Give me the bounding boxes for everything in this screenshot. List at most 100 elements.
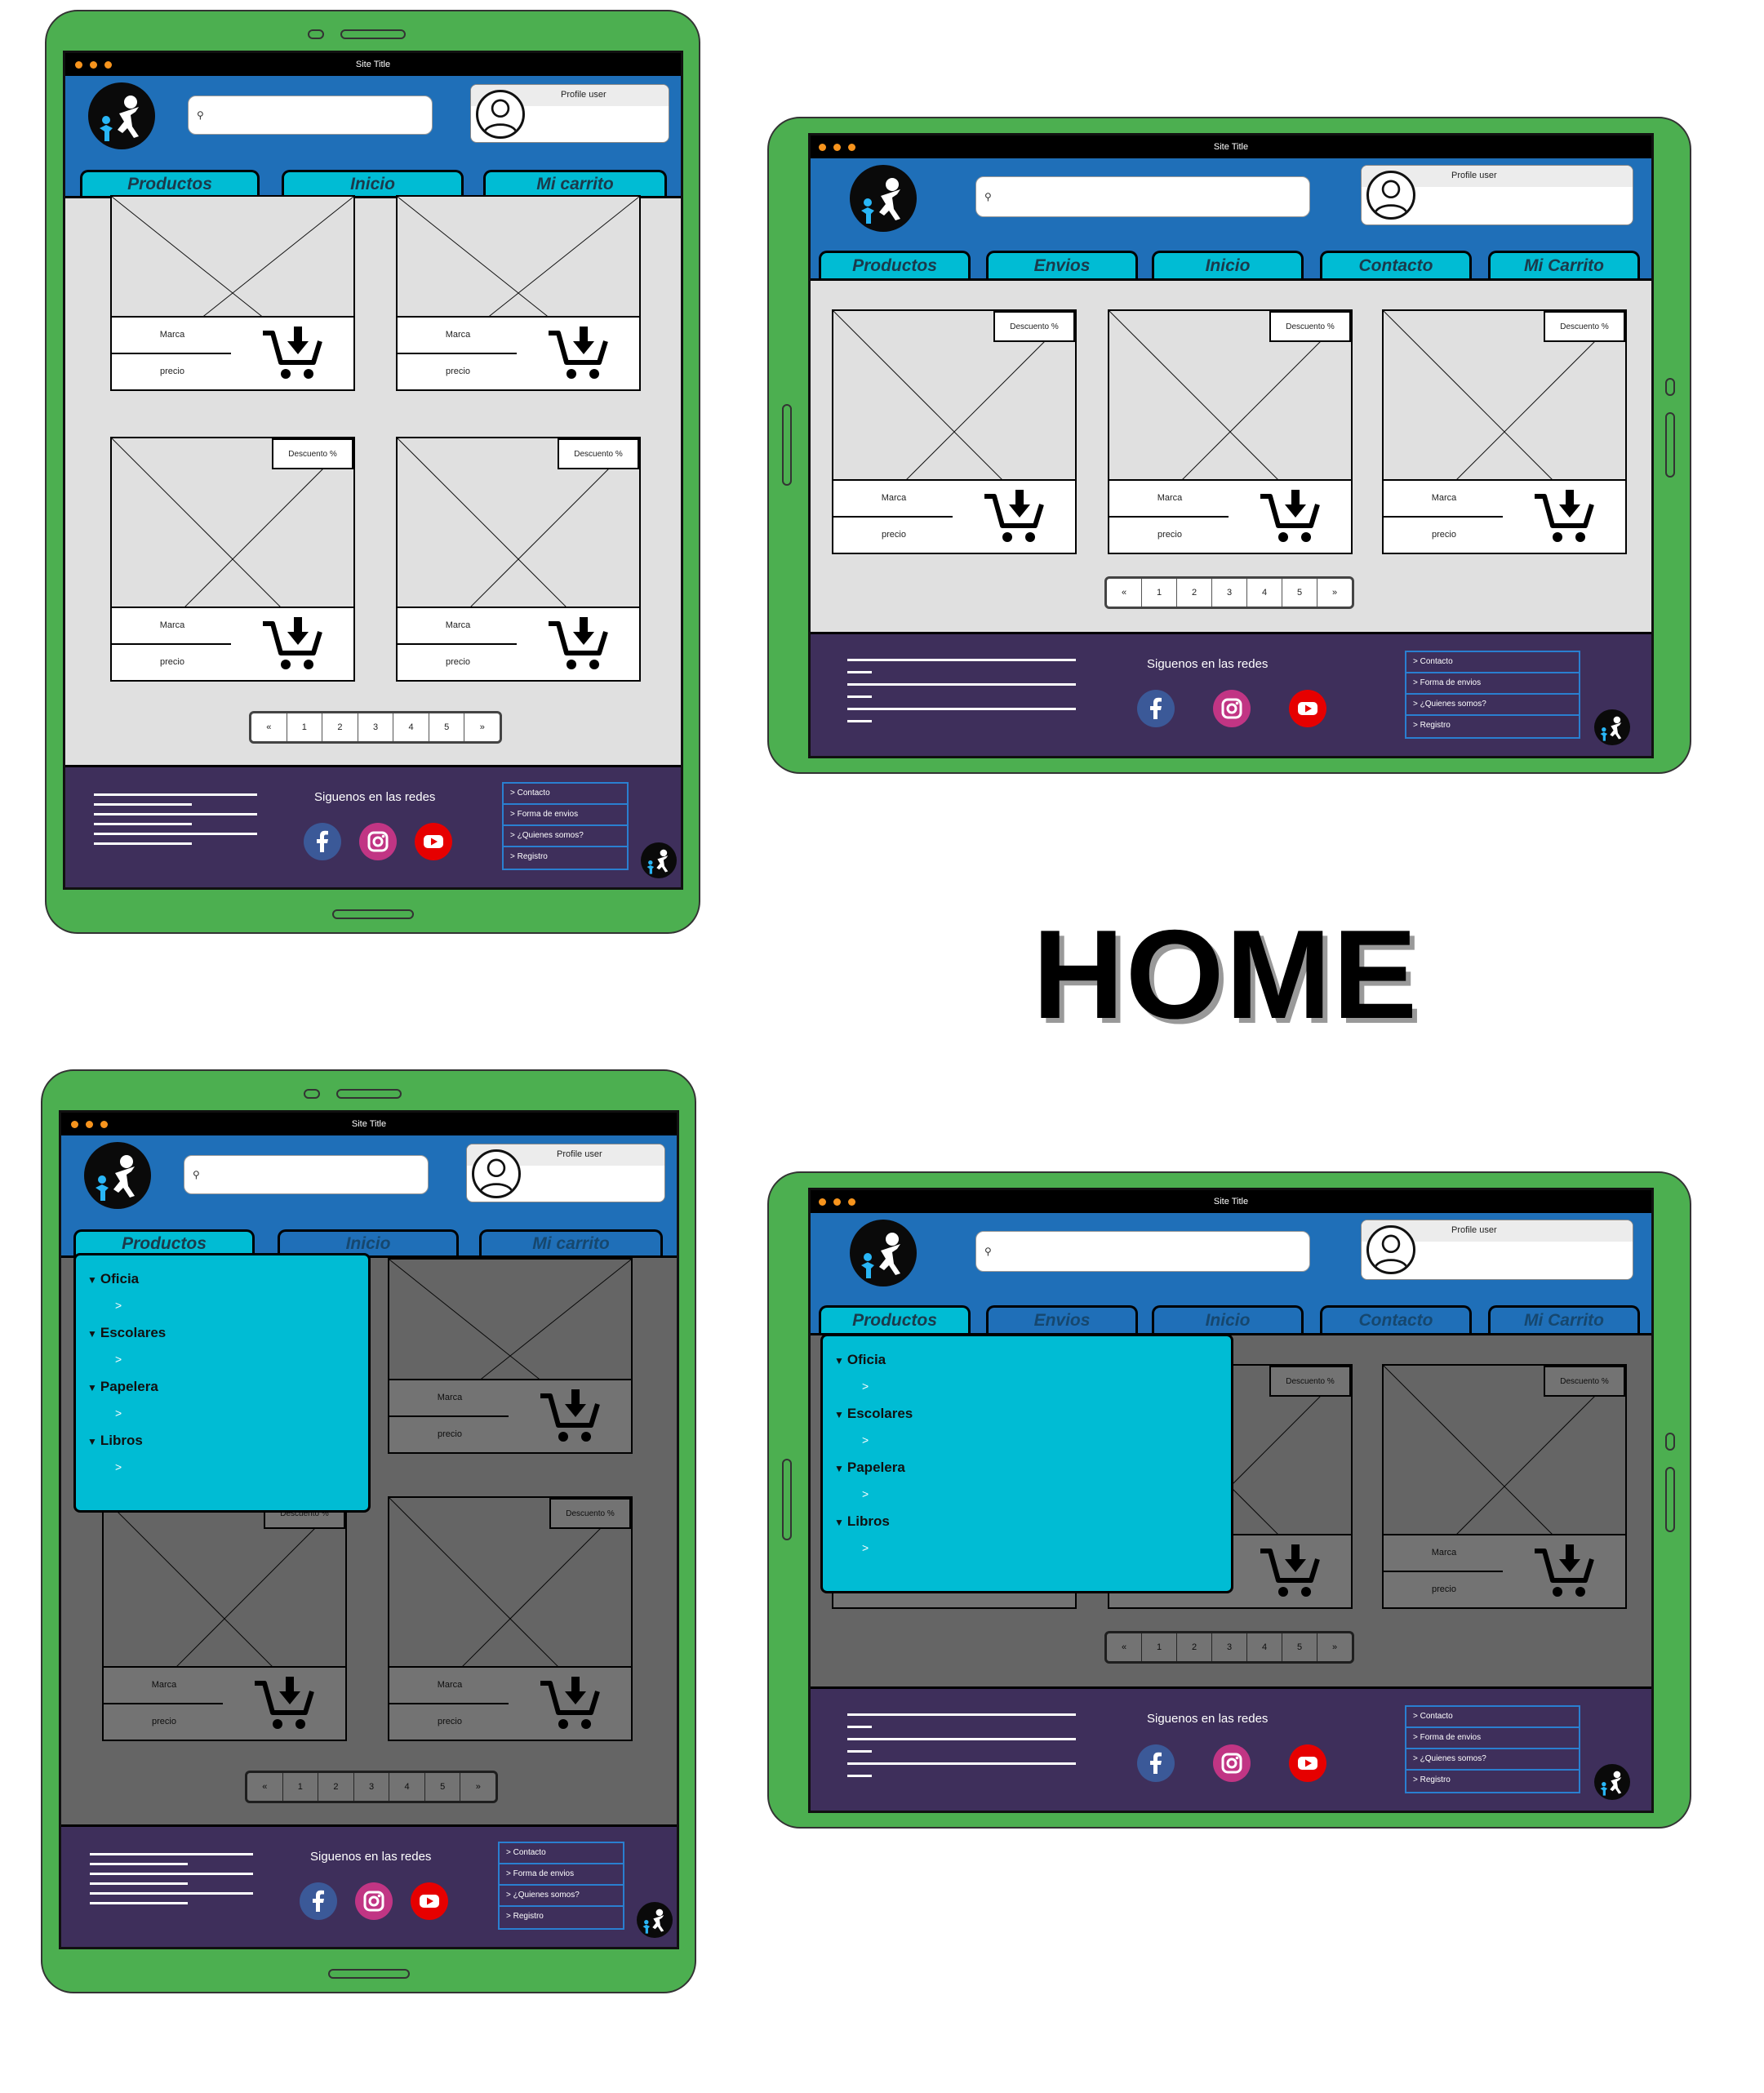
profile-card[interactable]: Profile user [1361, 165, 1633, 225]
dropdown-subitem[interactable]: > [834, 1481, 1220, 1508]
window-dot-icon[interactable] [90, 61, 97, 69]
page-1[interactable]: 1 [1142, 579, 1177, 607]
page-2[interactable]: 2 [322, 713, 358, 741]
add-to-cart-button[interactable] [953, 479, 1075, 553]
home-button[interactable] [332, 909, 414, 919]
page-4[interactable]: 4 [393, 713, 429, 741]
window-dot-icon[interactable] [848, 144, 855, 151]
footer-link-quienes[interactable]: > ¿Quienes somos? [1406, 695, 1579, 716]
tab-contacto[interactable]: Contacto [1320, 1305, 1472, 1333]
dropdown-category-libros[interactable]: ▼ Libros [834, 1508, 1220, 1535]
window-dot-icon[interactable] [833, 1198, 841, 1206]
dropdown-subitem[interactable]: > [834, 1535, 1220, 1562]
footer-link-quienes[interactable]: > ¿Quienes somos? [500, 1886, 623, 1907]
footer-link-contacto[interactable]: > Contacto [1406, 652, 1579, 673]
footer-link-contacto[interactable]: > Contacto [504, 784, 627, 805]
tab-mi-carrito[interactable]: Mi carrito [479, 1229, 663, 1255]
dropdown-category-oficia[interactable]: ▼ Oficia [834, 1346, 1220, 1373]
dropdown-category-escolares[interactable]: ▼ Escolares [87, 1319, 357, 1346]
side-button[interactable] [1665, 412, 1675, 478]
profile-card[interactable]: Profile user [1361, 1220, 1633, 1280]
instagram-icon[interactable] [355, 1882, 393, 1920]
side-button[interactable] [782, 1459, 792, 1540]
page-5[interactable]: 5 [1282, 579, 1317, 607]
youtube-icon[interactable] [415, 823, 452, 860]
product-card[interactable]: Descuento % Marca precio [832, 309, 1077, 554]
product-card[interactable]: Descuento % Marca precio [396, 437, 641, 682]
facebook-icon[interactable] [1137, 690, 1175, 727]
add-to-cart-button[interactable] [1229, 479, 1351, 553]
tab-mi-carrito[interactable]: Mi carrito [483, 170, 667, 196]
tab-productos[interactable]: Productos [73, 1229, 255, 1255]
footer-link-contacto[interactable]: > Contacto [1406, 1707, 1579, 1728]
footer-link-quienes[interactable]: > ¿Quienes somos? [504, 826, 627, 847]
dropdown-subitem[interactable]: > [834, 1427, 1220, 1454]
window-dot-icon[interactable] [848, 1198, 855, 1206]
footer-link-quienes[interactable]: > ¿Quienes somos? [1406, 1749, 1579, 1771]
dropdown-subitem[interactable]: > [87, 1454, 357, 1481]
page-next[interactable]: » [464, 713, 500, 741]
page-5[interactable]: 5 [429, 713, 465, 741]
page-4[interactable]: 4 [1247, 579, 1282, 607]
product-card[interactable]: Descuento % Marca precio [1108, 309, 1353, 554]
side-button[interactable] [1665, 378, 1675, 396]
tab-mi-carrito[interactable]: Mi Carrito [1488, 251, 1640, 278]
product-card[interactable]: Marca precio [396, 195, 641, 391]
dropdown-category-papelera[interactable]: ▼ Papelera [834, 1454, 1220, 1481]
instagram-icon[interactable] [359, 823, 397, 860]
dropdown-subitem[interactable]: > [87, 1292, 357, 1319]
tab-productos[interactable]: Productos [819, 251, 971, 278]
logo-icon[interactable] [850, 1220, 917, 1286]
footer-link-envios[interactable]: > Forma de envios [500, 1864, 623, 1886]
footer-link-registro[interactable]: > Registro [1406, 716, 1579, 737]
page-1[interactable]: 1 [287, 713, 323, 741]
tab-productos[interactable]: Productos [80, 170, 260, 196]
page-2[interactable]: 2 [1177, 579, 1212, 607]
tab-inicio[interactable]: Inicio [278, 1229, 459, 1255]
youtube-icon[interactable] [411, 1882, 448, 1920]
dropdown-category-oficia[interactable]: ▼ Oficia [87, 1265, 357, 1292]
profile-card[interactable]: Profile user [466, 1144, 665, 1202]
facebook-icon[interactable] [1137, 1744, 1175, 1782]
dropdown-category-escolares[interactable]: ▼ Escolares [834, 1400, 1220, 1427]
logo-icon[interactable] [84, 1142, 151, 1209]
window-dot-icon[interactable] [100, 1121, 108, 1128]
window-dot-icon[interactable] [75, 61, 82, 69]
add-to-cart-button[interactable] [231, 316, 353, 389]
footer-link-registro[interactable]: > Registro [504, 847, 627, 869]
search-input[interactable]: ⚲ [184, 1155, 429, 1194]
page-prev[interactable]: « [251, 713, 287, 741]
tab-mi-carrito[interactable]: Mi Carrito [1488, 1305, 1640, 1333]
tab-envios[interactable]: Envios [986, 1305, 1138, 1333]
search-input[interactable]: ⚲ [975, 176, 1310, 217]
page-next[interactable]: » [1317, 579, 1352, 607]
instagram-icon[interactable] [1213, 1744, 1251, 1782]
window-dot-icon[interactable] [86, 1121, 93, 1128]
instagram-icon[interactable] [1213, 690, 1251, 727]
window-dot-icon[interactable] [104, 61, 112, 69]
profile-card[interactable]: Profile user [470, 84, 669, 143]
tab-inicio[interactable]: Inicio [1152, 1305, 1304, 1333]
tab-inicio[interactable]: Inicio [1152, 251, 1304, 278]
tab-productos[interactable]: Productos [819, 1305, 971, 1333]
add-to-cart-button[interactable] [517, 607, 639, 680]
side-button[interactable] [782, 404, 792, 486]
page-prev[interactable]: « [1107, 579, 1142, 607]
window-dot-icon[interactable] [833, 144, 841, 151]
window-dot-icon[interactable] [819, 1198, 826, 1206]
dropdown-subitem[interactable]: > [834, 1373, 1220, 1400]
youtube-icon[interactable] [1289, 1744, 1326, 1782]
footer-link-contacto[interactable]: > Contacto [500, 1843, 623, 1864]
window-dot-icon[interactable] [819, 144, 826, 151]
page-3[interactable]: 3 [358, 713, 394, 741]
footer-link-envios[interactable]: > Forma de envios [504, 805, 627, 826]
facebook-icon[interactable] [300, 1882, 337, 1920]
footer-link-registro[interactable]: > Registro [500, 1907, 623, 1928]
side-button[interactable] [1665, 1467, 1675, 1532]
window-dot-icon[interactable] [71, 1121, 78, 1128]
dropdown-subitem[interactable]: > [87, 1400, 357, 1427]
footer-link-envios[interactable]: > Forma de envios [1406, 673, 1579, 695]
search-input[interactable]: ⚲ [188, 96, 433, 135]
home-button[interactable] [328, 1969, 410, 1979]
add-to-cart-button[interactable] [231, 607, 353, 680]
